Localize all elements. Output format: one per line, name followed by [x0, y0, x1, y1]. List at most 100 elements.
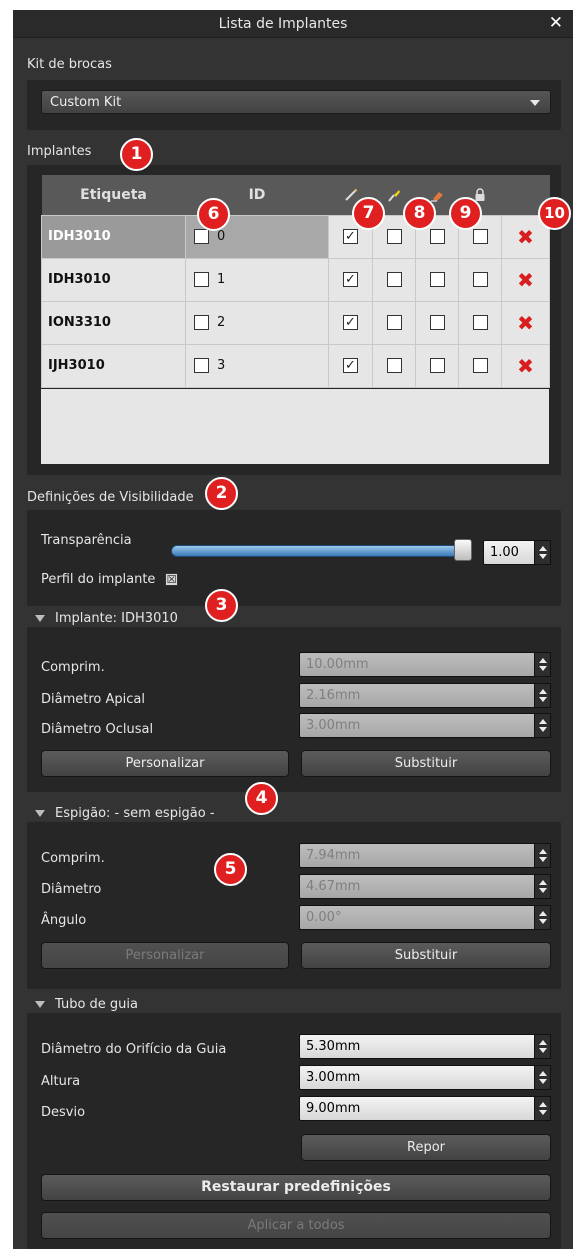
apical-diameter-spinbox[interactable]: 2.16mm	[299, 683, 551, 708]
implant-customize-button[interactable]: Personalizar	[41, 750, 289, 777]
spinner-arrows-icon[interactable]	[534, 683, 551, 708]
implant-id-cell[interactable]: 3	[185, 343, 329, 388]
color-checkbox[interactable]	[386, 272, 402, 287]
length-spinbox[interactable]: 10.00mm	[299, 652, 551, 677]
occlusal-diameter-spinbox[interactable]: 3.00mm	[299, 713, 551, 738]
transparency-spinbox[interactable]: 1.00	[483, 540, 551, 565]
color-checkbox[interactable]	[386, 358, 402, 373]
delete-cell: ✖	[501, 257, 550, 302]
table-row[interactable]: IDH3010 1 ✓ ✖	[41, 257, 550, 302]
implant-label-cell[interactable]: IDH3010	[41, 257, 186, 302]
spinner-arrows-icon[interactable]	[534, 1096, 551, 1121]
hide-checkbox[interactable]	[429, 358, 445, 373]
visible-checkbox[interactable]: ✓	[343, 272, 358, 287]
drill-kit-select[interactable]: Custom Kit	[41, 90, 551, 114]
transparency-label: Transparência	[41, 533, 132, 548]
spinner-arrows-icon[interactable]	[534, 1065, 551, 1090]
callout-badge-10: 10	[538, 197, 571, 230]
implant-replace-button[interactable]: Substituir	[301, 750, 551, 777]
abutment-section-header[interactable]: Espigão: - sem espigão -	[35, 806, 215, 821]
spinner-arrows-icon[interactable]	[534, 540, 551, 565]
column-header-label[interactable]: Etiqueta	[41, 175, 186, 215]
implant-profile-label: Perfil do implante	[41, 572, 156, 587]
abutment-replace-button[interactable]: Substituir	[301, 942, 551, 969]
visible-checkbox[interactable]: ✓	[343, 229, 358, 244]
visible-checkbox[interactable]: ✓	[343, 358, 358, 373]
visible-checkbox[interactable]: ✓	[343, 315, 358, 330]
field-label: Diâmetro	[41, 882, 102, 897]
color-checkbox-cell	[372, 343, 416, 388]
transparency-slider-handle[interactable]	[454, 539, 472, 561]
implant-label-cell[interactable]: IDH3010	[41, 214, 186, 259]
drill-kit-label: Kit de brocas	[27, 57, 112, 72]
delete-icon[interactable]: ✖	[517, 225, 534, 249]
field-value: 3.00mm	[306, 718, 361, 733]
field-label: Altura	[41, 1074, 81, 1089]
callout-badge-4: 4	[245, 782, 278, 815]
guide-hole-diameter-spinbox[interactable]: 5.30mm	[299, 1034, 551, 1059]
color-checkbox[interactable]	[386, 229, 402, 244]
spinner-arrows-icon[interactable]	[534, 652, 551, 677]
guide-reset-button[interactable]: Repor	[301, 1134, 551, 1161]
id-checkbox[interactable]	[194, 272, 209, 287]
visible-checkbox-cell: ✓	[328, 300, 373, 345]
implant-section-title: Implante: IDH3010	[55, 611, 178, 626]
field-value: 10.00mm	[306, 657, 369, 672]
delete-icon[interactable]: ✖	[517, 268, 534, 292]
lock-checkbox[interactable]	[472, 229, 488, 244]
guide-height-spinbox[interactable]: 3.00mm	[299, 1065, 551, 1090]
abutment-diameter-spinbox[interactable]: 4.67mm	[299, 874, 551, 899]
spinner-arrows-icon[interactable]	[534, 905, 551, 930]
implant-label: IDH3010	[48, 272, 111, 287]
hide-checkbox[interactable]	[429, 315, 445, 330]
lock-checkbox[interactable]	[472, 358, 488, 373]
id-checkbox[interactable]	[194, 358, 209, 373]
spinner-arrows-icon[interactable]	[534, 874, 551, 899]
abutment-angle-spinbox[interactable]: 0.00°	[299, 905, 551, 930]
close-icon[interactable]: ✕	[549, 13, 563, 33]
eraser-icon	[431, 191, 443, 202]
collapse-triangle-icon	[35, 615, 45, 622]
callout-badge-8: 8	[403, 197, 436, 230]
lock-checkbox-cell	[458, 300, 502, 345]
lock-checkbox[interactable]	[472, 315, 488, 330]
hide-checkbox[interactable]	[429, 272, 445, 287]
field-label: Diâmetro do Orifício da Guia	[41, 1042, 227, 1057]
implant-label: ION3310	[48, 315, 111, 330]
table-empty-area	[41, 389, 549, 464]
guide-section-header[interactable]: Tubo de guia	[35, 997, 138, 1012]
spinner-arrows-icon[interactable]	[534, 1034, 551, 1059]
abutment-customize-button[interactable]: Personalizar	[41, 942, 289, 969]
delete-icon[interactable]: ✖	[517, 311, 534, 335]
implant-label-cell[interactable]: ION3310	[41, 300, 186, 345]
abutment-length-spinbox[interactable]: 7.94mm	[299, 843, 551, 868]
spinner-arrows-icon[interactable]	[534, 843, 551, 868]
visible-checkbox-cell: ✓	[328, 257, 373, 302]
color-checkbox[interactable]	[386, 315, 402, 330]
callout-badge-1: 1	[120, 138, 153, 171]
implant-section-header[interactable]: Implante: IDH3010	[35, 611, 178, 626]
id-checkbox[interactable]	[194, 229, 209, 244]
table-row[interactable]: IJH3010 3 ✓ ✖	[41, 343, 550, 388]
spinner-arrows-icon[interactable]	[534, 713, 551, 738]
implant-label-cell[interactable]: IJH3010	[41, 343, 186, 388]
implant-profile-checkbox[interactable]: ☒	[165, 573, 178, 586]
id-checkbox[interactable]	[194, 315, 209, 330]
implant-id-cell[interactable]: 2	[185, 300, 329, 345]
apply-all-button[interactable]: Aplicar a todos	[41, 1212, 551, 1239]
implant-id: 1	[217, 272, 226, 287]
visibility-panel	[27, 510, 561, 606]
delete-icon[interactable]: ✖	[517, 354, 534, 378]
transparency-slider-track[interactable]	[171, 545, 469, 557]
hide-checkbox-cell	[415, 300, 459, 345]
lock-checkbox[interactable]	[472, 272, 488, 287]
callout-badge-9: 9	[449, 197, 482, 230]
field-value: 7.94mm	[306, 848, 361, 863]
guide-offset-spinbox[interactable]: 9.00mm	[299, 1096, 551, 1121]
hide-checkbox-cell	[415, 343, 459, 388]
implant-id-cell[interactable]: 1	[185, 257, 329, 302]
hide-checkbox[interactable]	[429, 229, 445, 244]
table-row[interactable]: ION3310 2 ✓ ✖	[41, 300, 550, 345]
field-value: 4.67mm	[306, 879, 361, 894]
restore-defaults-button[interactable]: Restaurar predefinições	[41, 1174, 551, 1201]
